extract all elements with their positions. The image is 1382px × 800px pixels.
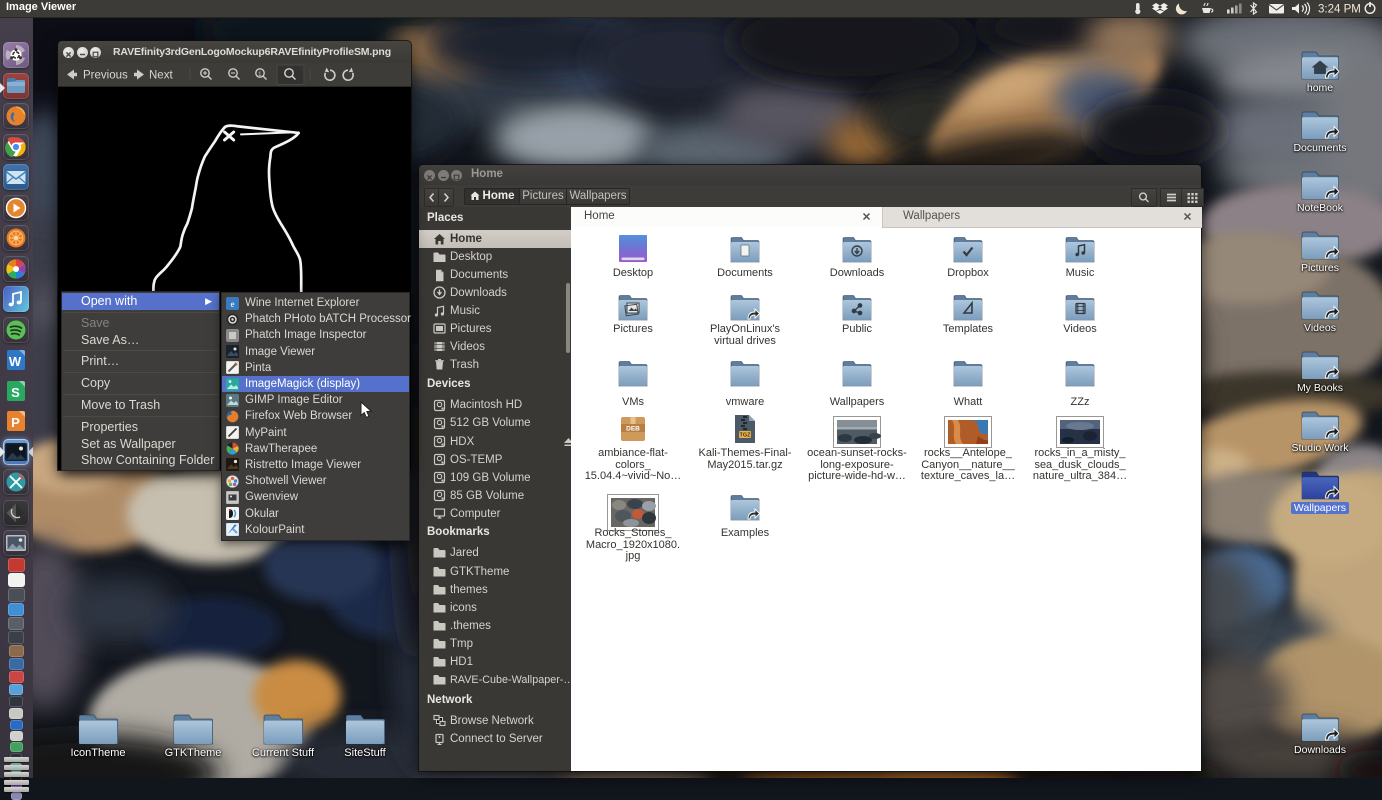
svg-text:1: 1 xyxy=(258,71,262,78)
svg-text:S: S xyxy=(11,385,20,400)
svg-text:e: e xyxy=(231,299,235,309)
svg-text:P: P xyxy=(11,415,20,430)
svg-text:TGZ: TGZ xyxy=(740,433,752,439)
svg-text:Previous: Previous xyxy=(83,70,128,82)
svg-text:W: W xyxy=(9,354,22,369)
svg-text:DEB: DEB xyxy=(626,426,640,433)
svg-text:Next: Next xyxy=(149,70,173,82)
svg-text:3:24 PM: 3:24 PM xyxy=(1318,4,1361,16)
